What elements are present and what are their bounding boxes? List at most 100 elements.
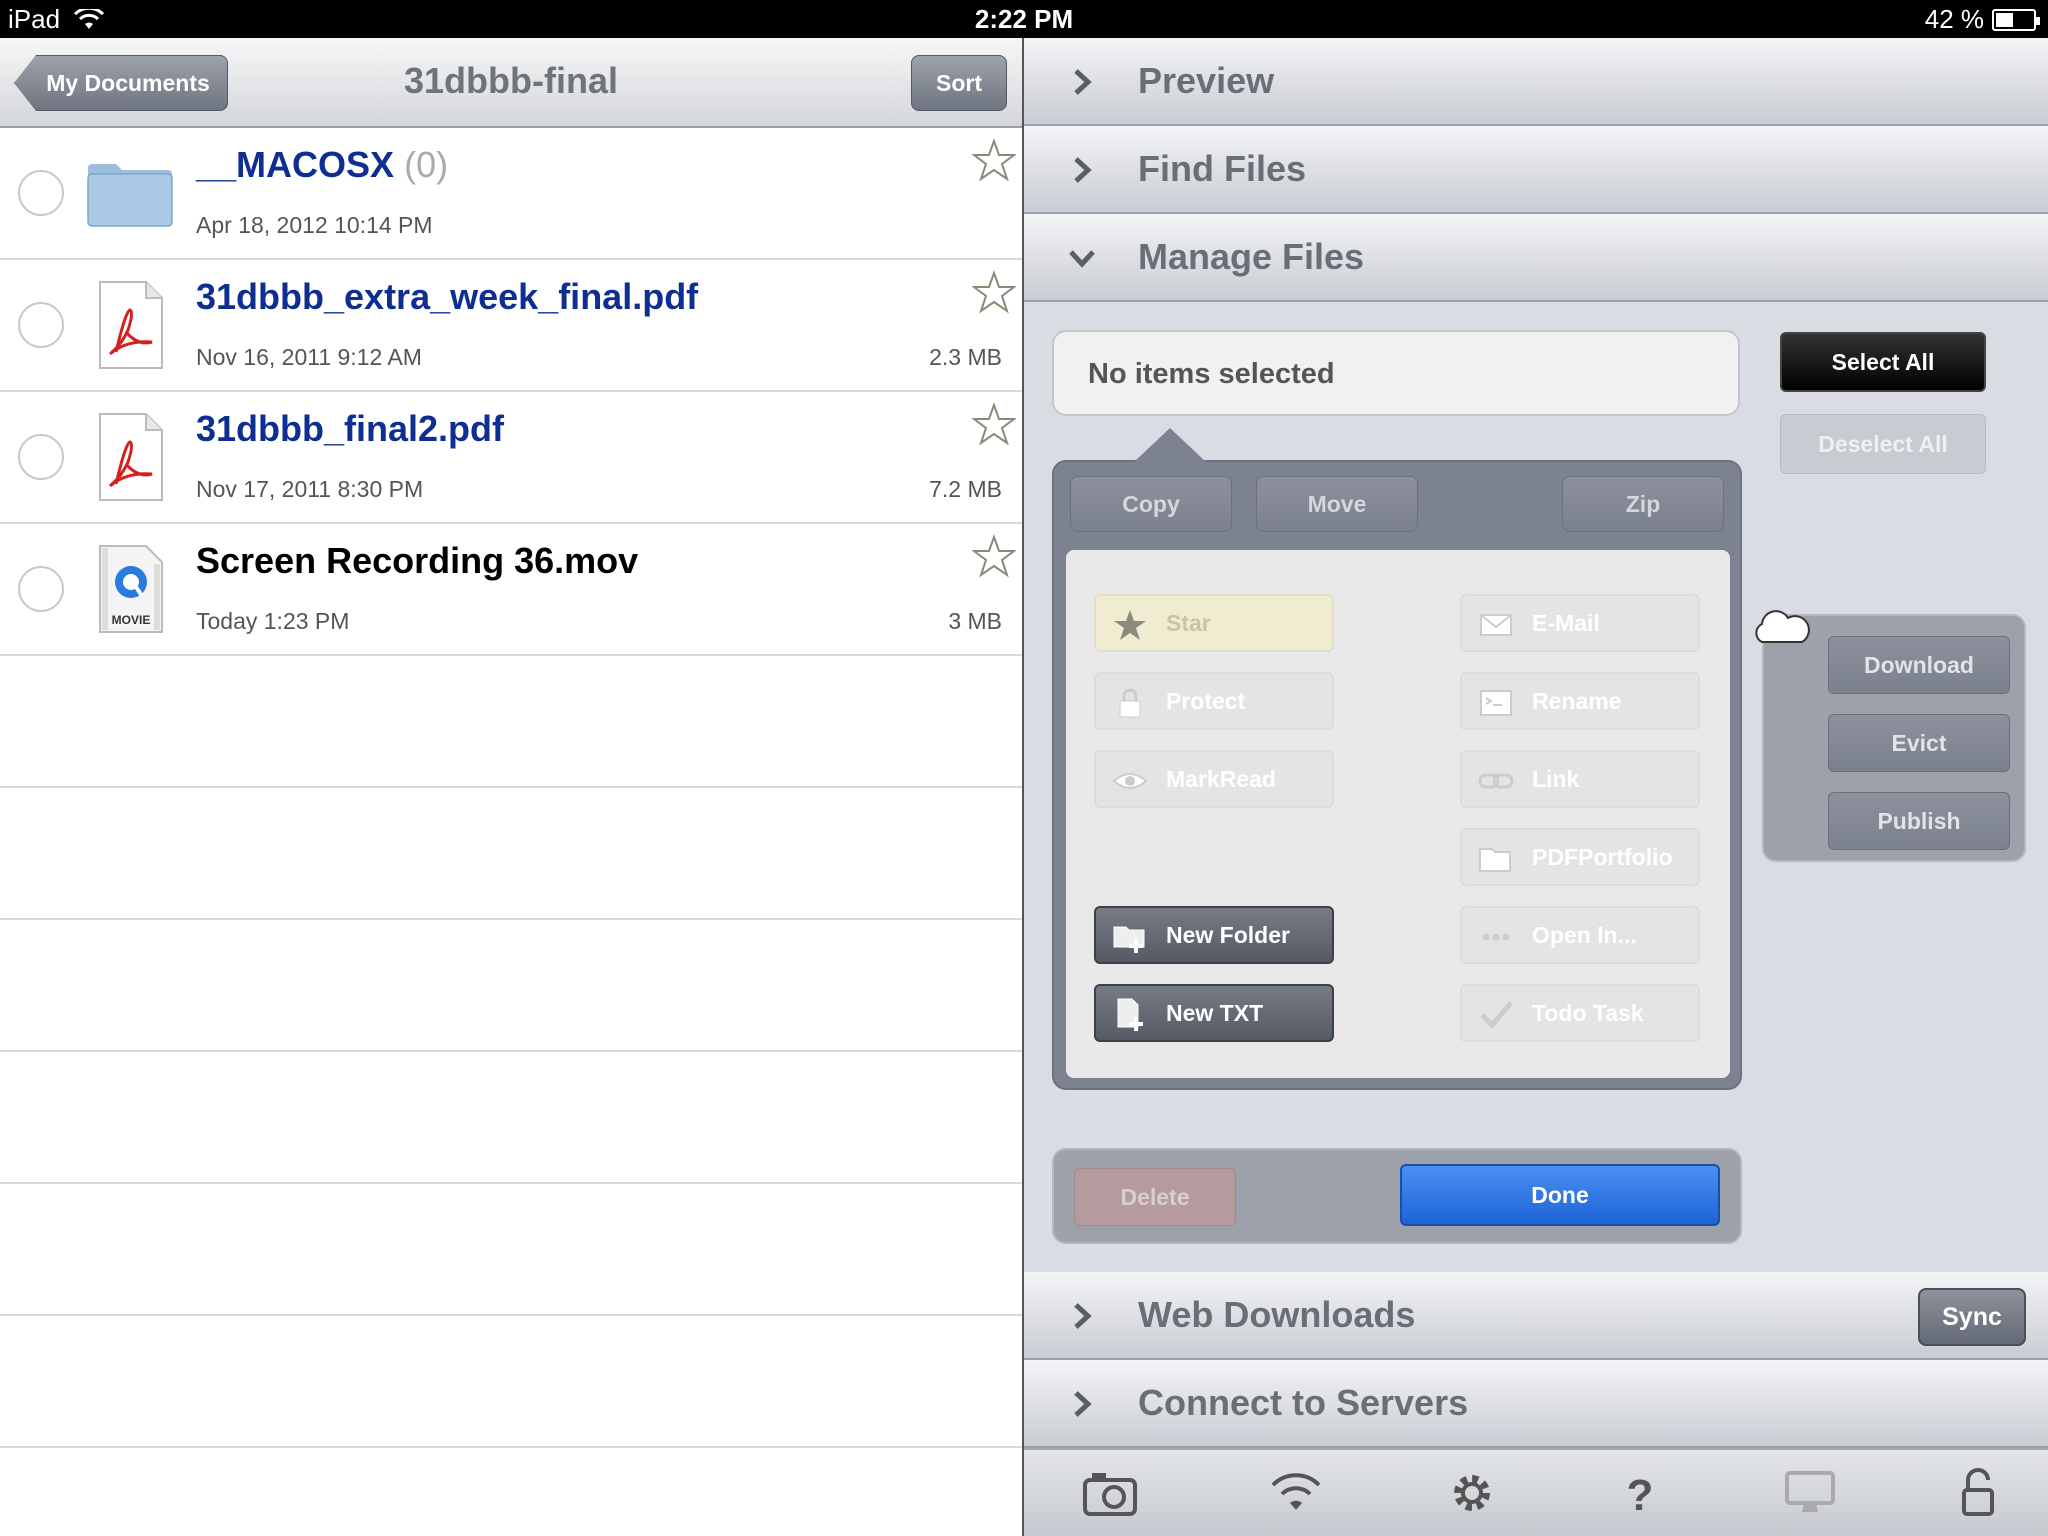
help-icon[interactable]: ? (1612, 1468, 1668, 1518)
chevron-right-icon (1074, 157, 1092, 183)
section-title: Find Files (1138, 148, 1307, 189)
todo-task-button[interactable]: Todo Task (1460, 984, 1700, 1042)
navigation-bar: My Documents 31dbbb-final Sort (0, 38, 1022, 128)
link-label: Link (1532, 765, 1580, 792)
gear-icon[interactable] (1444, 1468, 1500, 1518)
new-document-icon (1117, 998, 1143, 1031)
section-title: Web Downloads (1138, 1294, 1416, 1335)
select-circle[interactable] (18, 170, 64, 216)
select-all-button[interactable]: Select All (1780, 332, 1986, 392)
section-find-files[interactable]: Find Files (1024, 126, 2048, 214)
file-list: __MACOSX (0) Apr 18, 2012 10:14 PM 31dbb… (0, 128, 1022, 1448)
rename-button[interactable]: Rename (1460, 672, 1700, 730)
lock-icon[interactable] (1950, 1468, 2006, 1518)
actions-grid: Star Protect MarkRead New Folder New TXT (1066, 550, 1730, 1078)
copy-button[interactable]: Copy (1070, 476, 1232, 532)
lock-icon (1119, 688, 1141, 718)
markread-button[interactable]: MarkRead (1094, 750, 1334, 808)
chevron-right-icon (1074, 69, 1092, 95)
section-manage-files[interactable]: Manage Files (1024, 214, 2048, 302)
star-button[interactable]: Star (1094, 594, 1334, 652)
chevron-down-icon (1069, 250, 1095, 268)
pdf-file-icon (99, 281, 163, 369)
select-circle[interactable] (18, 434, 64, 480)
file-size: 2.3 MB (929, 344, 1002, 370)
todo-task-label: Todo Task (1532, 999, 1644, 1026)
file-name[interactable]: 31dbbb_extra_week_final.pdf (196, 276, 698, 318)
section-title: Preview (1138, 60, 1275, 101)
bottom-action-bar: Delete Done (1052, 1148, 1742, 1244)
portfolio-icon (1479, 848, 1511, 872)
selection-status: No items selected (1052, 330, 1740, 416)
cloud-actions-panel: Download Evict Publish (1755, 610, 2026, 862)
zip-button[interactable]: Zip (1562, 476, 1724, 532)
mail-icon (1480, 614, 1512, 636)
file-row[interactable]: 31dbbb_final2.pdf Nov 17, 2011 8:30 PM 7… (0, 392, 1022, 524)
camera-icon[interactable] (1082, 1468, 1138, 1518)
email-button[interactable]: E-Mail (1460, 594, 1700, 652)
star-icon (1114, 610, 1146, 640)
section-web-downloads[interactable]: Web Downloads Sync (1024, 1272, 2048, 1360)
file-name[interactable]: Screen Recording 36.mov (196, 540, 638, 582)
sync-button[interactable]: Sync (1918, 1288, 2026, 1346)
protect-button[interactable]: Protect (1094, 672, 1334, 730)
empty-row (0, 1316, 1022, 1448)
open-in-button[interactable]: Open In... (1460, 906, 1700, 964)
download-button[interactable]: Download (1828, 636, 2010, 694)
page-title: 31dbbb-final (404, 60, 618, 101)
new-folder-icon (1113, 926, 1145, 953)
pdfportfolio-label: PDFPortfolio (1532, 843, 1673, 870)
sort-button[interactable]: Sort (911, 55, 1007, 111)
link-icon (1478, 773, 1514, 789)
movie-file-icon: MOVIE (99, 545, 163, 633)
file-row[interactable]: 31dbbb_extra_week_final.pdf Nov 16, 2011… (0, 260, 1022, 392)
evict-button[interactable]: Evict (1828, 714, 2010, 772)
star-icon[interactable] (972, 534, 1016, 578)
sidebar-pane: Preview Find Files Manage Files No items… (1024, 38, 2048, 1536)
file-row[interactable]: __MACOSX (0) Apr 18, 2012 10:14 PM (0, 128, 1022, 260)
new-txt-button[interactable]: New TXT (1094, 984, 1334, 1042)
svg-text:?: ? (1627, 1471, 1654, 1518)
chevron-right-icon (1074, 1303, 1092, 1329)
file-name[interactable]: 31dbbb_final2.pdf (196, 408, 504, 450)
file-count: (0) (404, 144, 449, 185)
battery-percent: 42 % (1924, 4, 1984, 34)
delete-button[interactable]: Delete (1074, 1168, 1236, 1226)
actions-popover: Copy Move Zip Star Protect MarkRead New … (1052, 428, 1742, 1090)
done-button[interactable]: Done (1400, 1164, 1720, 1226)
empty-row (0, 788, 1022, 920)
monitor-icon[interactable] (1782, 1468, 1838, 1518)
select-circle[interactable] (18, 566, 64, 612)
movie-label: MOVIE (112, 613, 151, 627)
file-date: Nov 16, 2011 9:12 AM (196, 344, 422, 370)
file-size: 3 MB (948, 608, 1002, 634)
chevron-right-icon (1074, 1391, 1092, 1417)
pdfportfolio-button[interactable]: PDFPortfolio (1460, 828, 1700, 886)
battery-icon (1992, 8, 2040, 31)
empty-row (0, 1052, 1022, 1184)
section-connect-servers[interactable]: Connect to Servers (1024, 1360, 2048, 1448)
deselect-all-button[interactable]: Deselect All (1780, 414, 1986, 474)
star-icon[interactable] (972, 138, 1016, 182)
star-label: Star (1166, 609, 1211, 636)
eye-icon (1112, 773, 1148, 789)
move-button[interactable]: Move (1256, 476, 1418, 532)
checkmark-icon (1480, 1001, 1513, 1029)
publish-button[interactable]: Publish (1828, 792, 2010, 850)
file-row[interactable]: MOVIE Screen Recording 36.mov Today 1:23… (0, 524, 1022, 656)
select-circle[interactable] (18, 302, 64, 348)
star-icon[interactable] (972, 270, 1016, 314)
wifi-icon[interactable] (1268, 1468, 1324, 1518)
file-name[interactable]: __MACOSX (0) (196, 144, 448, 186)
section-preview[interactable]: Preview (1024, 38, 2048, 126)
new-folder-button[interactable]: New Folder (1094, 906, 1334, 964)
empty-row (0, 1184, 1022, 1316)
link-button[interactable]: Link (1460, 750, 1700, 808)
star-icon[interactable] (972, 402, 1016, 446)
new-folder-label: New Folder (1166, 921, 1290, 948)
email-label: E-Mail (1532, 609, 1600, 636)
section-title: Connect to Servers (1138, 1382, 1469, 1423)
markread-label: MarkRead (1166, 765, 1276, 792)
pdf-file-icon (99, 413, 163, 501)
file-size: 7.2 MB (929, 476, 1002, 502)
